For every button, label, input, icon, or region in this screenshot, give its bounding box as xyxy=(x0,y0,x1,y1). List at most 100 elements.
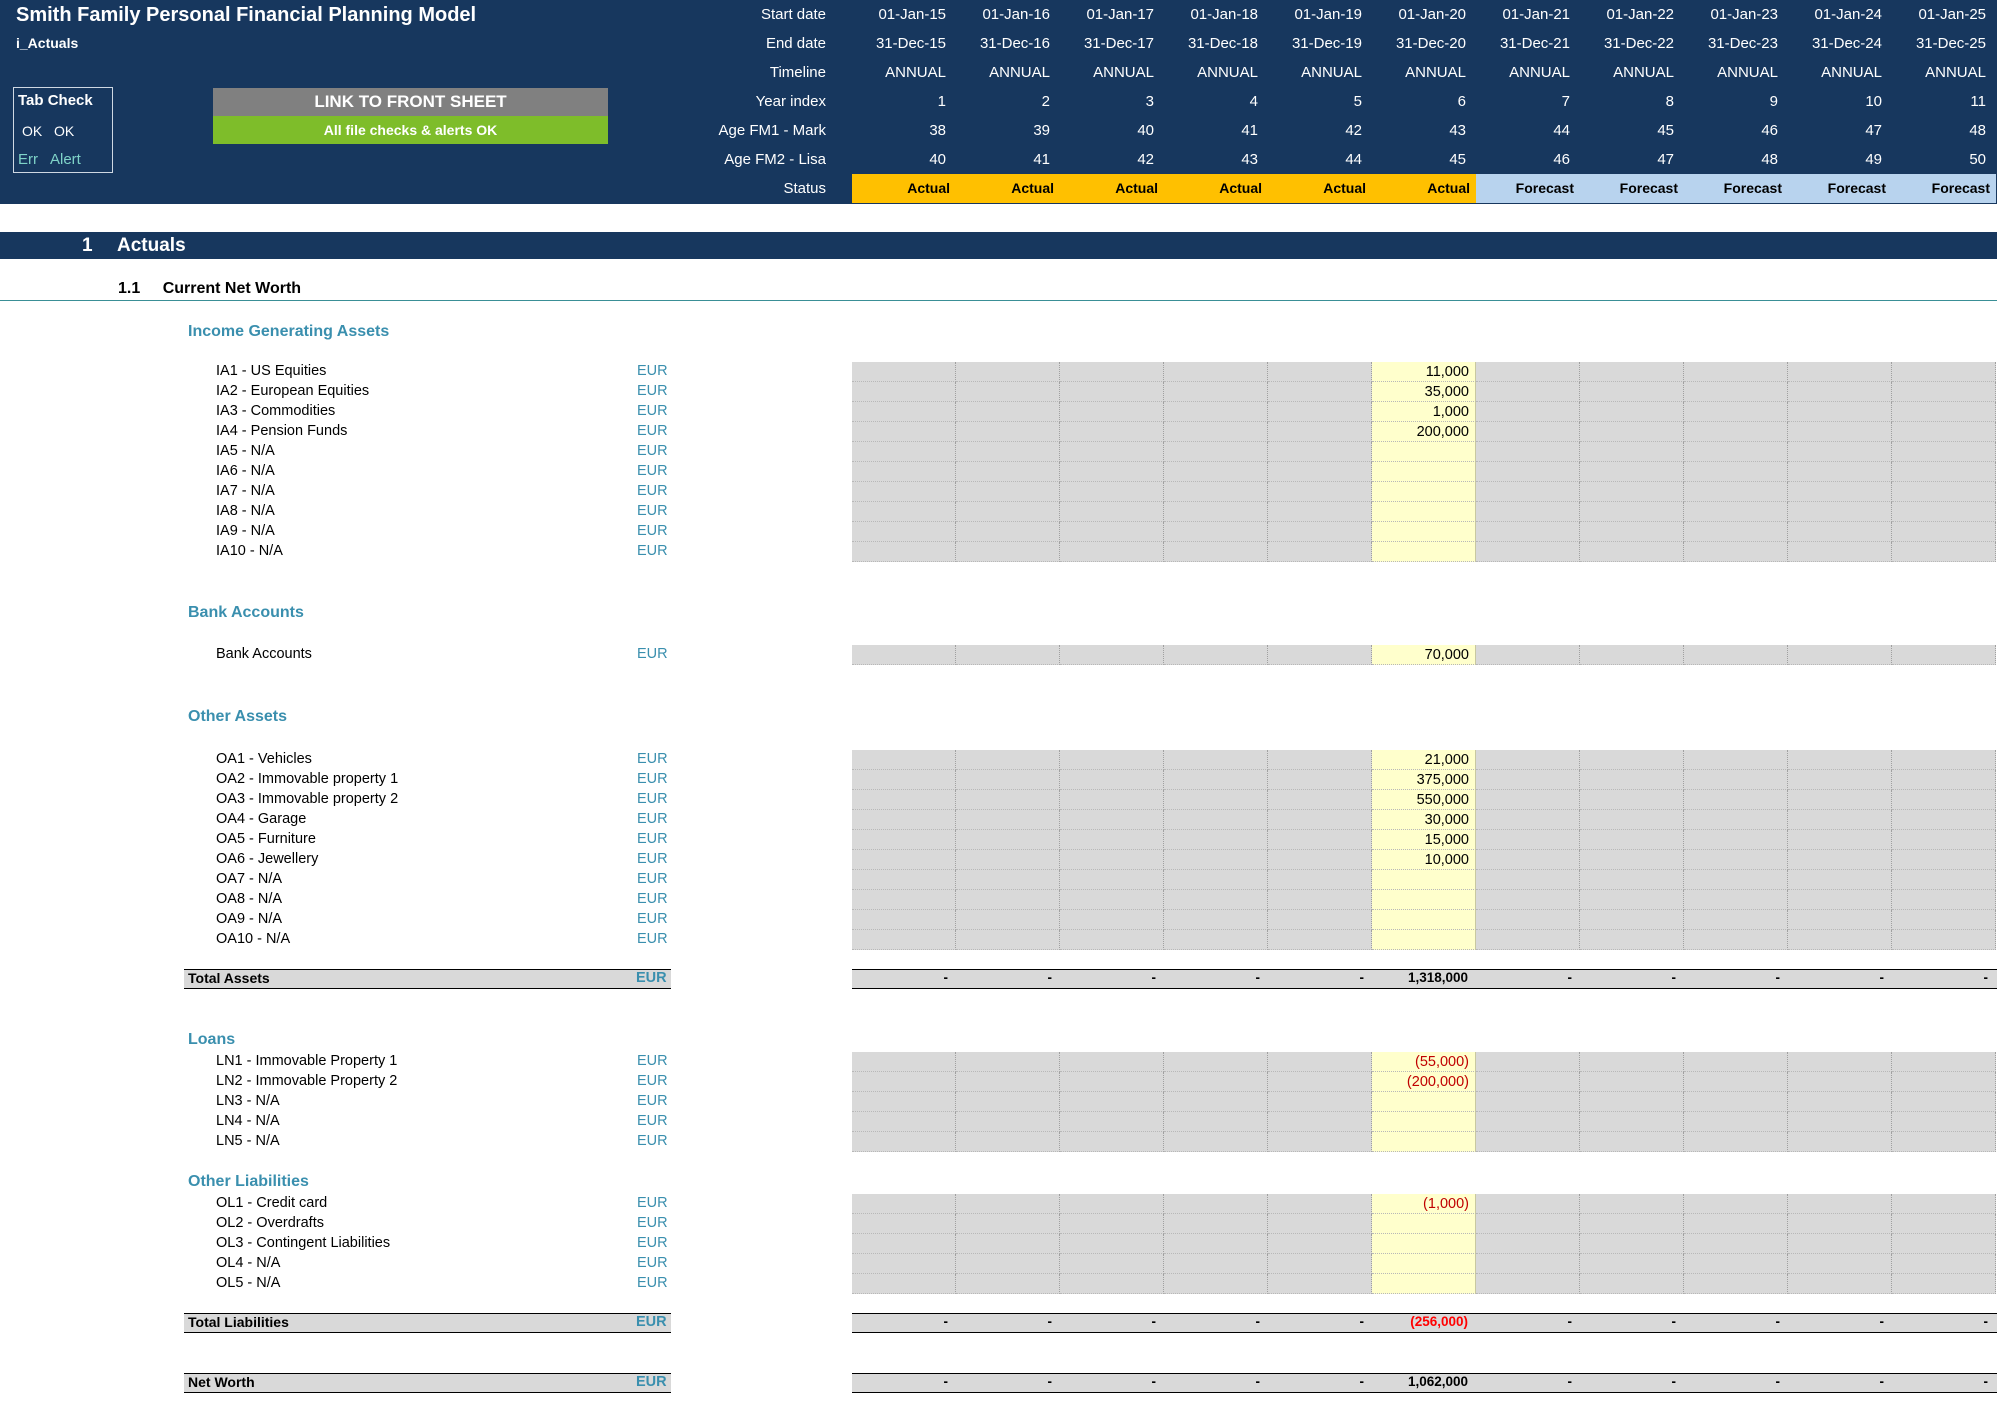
calc-cell xyxy=(1268,645,1372,665)
end-date-cell: 31-Dec-20 xyxy=(1395,35,1466,52)
row-label: Bank Accounts xyxy=(216,646,312,662)
calc-cell xyxy=(852,1112,956,1132)
calc-cell xyxy=(1060,362,1164,382)
input-cell[interactable]: 21,000 xyxy=(1372,750,1476,770)
input-cell[interactable] xyxy=(1372,1132,1476,1152)
calc-cell xyxy=(1476,402,1580,422)
calc-cell xyxy=(1060,1132,1164,1152)
input-cell[interactable]: (200,000) xyxy=(1372,1072,1476,1092)
age-fm1-cell: 43 xyxy=(1449,122,1466,139)
net-worth-value: - xyxy=(1047,1374,1053,1389)
input-cell[interactable] xyxy=(1372,1112,1476,1132)
timeline-cell: ANNUAL xyxy=(885,64,946,81)
calc-cell xyxy=(1476,422,1580,442)
calc-cell xyxy=(956,1072,1060,1092)
start-date-cell: 01-Jan-23 xyxy=(1710,6,1778,23)
calc-cell xyxy=(956,850,1060,870)
input-cell[interactable]: (55,000) xyxy=(1372,1052,1476,1072)
calc-cell xyxy=(1892,442,1996,462)
input-cell[interactable]: 10,000 xyxy=(1372,850,1476,870)
calc-cell xyxy=(1788,1092,1892,1112)
total-assets-value: - xyxy=(1359,970,1365,985)
input-cell[interactable] xyxy=(1372,930,1476,950)
calc-cell xyxy=(1580,482,1684,502)
calc-cell xyxy=(1892,790,1996,810)
input-cell[interactable] xyxy=(1372,1092,1476,1112)
calc-cell xyxy=(1892,1072,1996,1092)
calc-cell xyxy=(1788,850,1892,870)
input-cell[interactable] xyxy=(1372,502,1476,522)
input-cell[interactable]: 30,000 xyxy=(1372,810,1476,830)
calc-cell xyxy=(1164,1214,1268,1234)
calc-cell xyxy=(1268,542,1372,562)
status-cell: Forecast xyxy=(1476,174,1580,203)
input-cell[interactable]: 550,000 xyxy=(1372,790,1476,810)
input-cell[interactable] xyxy=(1372,870,1476,890)
input-cell[interactable] xyxy=(1372,442,1476,462)
input-cell[interactable]: 35,000 xyxy=(1372,382,1476,402)
calc-cell xyxy=(956,645,1060,665)
calc-cell xyxy=(1060,522,1164,542)
calc-cell xyxy=(1164,645,1268,665)
row-unit: EUR xyxy=(637,646,668,662)
input-cell[interactable]: (1,000) xyxy=(1372,1194,1476,1214)
calc-cell xyxy=(1892,522,1996,542)
input-cell[interactable] xyxy=(1372,542,1476,562)
calc-cell xyxy=(1892,402,1996,422)
section-header-bar: 1 Actuals xyxy=(0,232,1997,259)
input-cell[interactable] xyxy=(1372,482,1476,502)
total-liabilities-value: - xyxy=(1567,1314,1573,1329)
calc-cell xyxy=(1684,750,1788,770)
input-cell[interactable]: 70,000 xyxy=(1372,645,1476,665)
calc-cell xyxy=(956,462,1060,482)
file-checks-status: All file checks & alerts OK xyxy=(213,116,608,144)
input-cell[interactable]: 375,000 xyxy=(1372,770,1476,790)
input-cell[interactable]: 1,000 xyxy=(1372,402,1476,422)
total-liabilities-value: - xyxy=(1151,1314,1157,1329)
calc-cell xyxy=(1164,542,1268,562)
calc-cell xyxy=(1684,1052,1788,1072)
calc-cell xyxy=(1684,1214,1788,1234)
row-unit: EUR xyxy=(637,1275,668,1291)
input-cell[interactable] xyxy=(1372,890,1476,910)
input-cell[interactable]: 15,000 xyxy=(1372,830,1476,850)
net-worth-value: - xyxy=(1151,1374,1157,1389)
input-cell[interactable]: 200,000 xyxy=(1372,422,1476,442)
input-cell[interactable] xyxy=(1372,1254,1476,1274)
calc-cell xyxy=(1788,1194,1892,1214)
input-cell[interactable]: 11,000 xyxy=(1372,362,1476,382)
age-fm2-cell: 46 xyxy=(1553,151,1570,168)
input-cell[interactable] xyxy=(1372,1274,1476,1294)
calc-cell xyxy=(1164,1274,1268,1294)
tab-check-err-label: Err xyxy=(18,151,38,168)
calc-cell xyxy=(1788,890,1892,910)
year-index-cell: 5 xyxy=(1353,93,1362,110)
row-unit: EUR xyxy=(637,363,668,379)
calc-cell xyxy=(1060,1254,1164,1274)
header-label-start-date: Start date xyxy=(760,6,826,23)
calc-cell xyxy=(1476,810,1580,830)
row-label: LN5 - N/A xyxy=(216,1133,280,1149)
input-cell[interactable] xyxy=(1372,1214,1476,1234)
calc-cell xyxy=(956,442,1060,462)
timeline-cell: ANNUAL xyxy=(1093,64,1154,81)
row-unit: EUR xyxy=(637,751,668,767)
input-cell[interactable] xyxy=(1372,1234,1476,1254)
calc-cell xyxy=(1060,810,1164,830)
end-date-cell: 31-Dec-18 xyxy=(1187,35,1258,52)
calc-cell xyxy=(956,1194,1060,1214)
calc-cell xyxy=(1268,850,1372,870)
calc-cell xyxy=(1476,890,1580,910)
total-liabilities-value: - xyxy=(1255,1314,1261,1329)
total-assets-value: - xyxy=(1151,970,1157,985)
calc-cell xyxy=(1476,482,1580,502)
input-cell[interactable] xyxy=(1372,910,1476,930)
calc-cell xyxy=(1476,1214,1580,1234)
age-fm2-cell: 47 xyxy=(1657,151,1674,168)
input-cell[interactable] xyxy=(1372,522,1476,542)
input-cell[interactable] xyxy=(1372,462,1476,482)
calc-cell xyxy=(1164,770,1268,790)
calc-cell xyxy=(1476,1092,1580,1112)
link-to-front-sheet-button[interactable]: LINK TO FRONT SHEET xyxy=(213,88,608,116)
row-unit: EUR xyxy=(637,543,668,559)
